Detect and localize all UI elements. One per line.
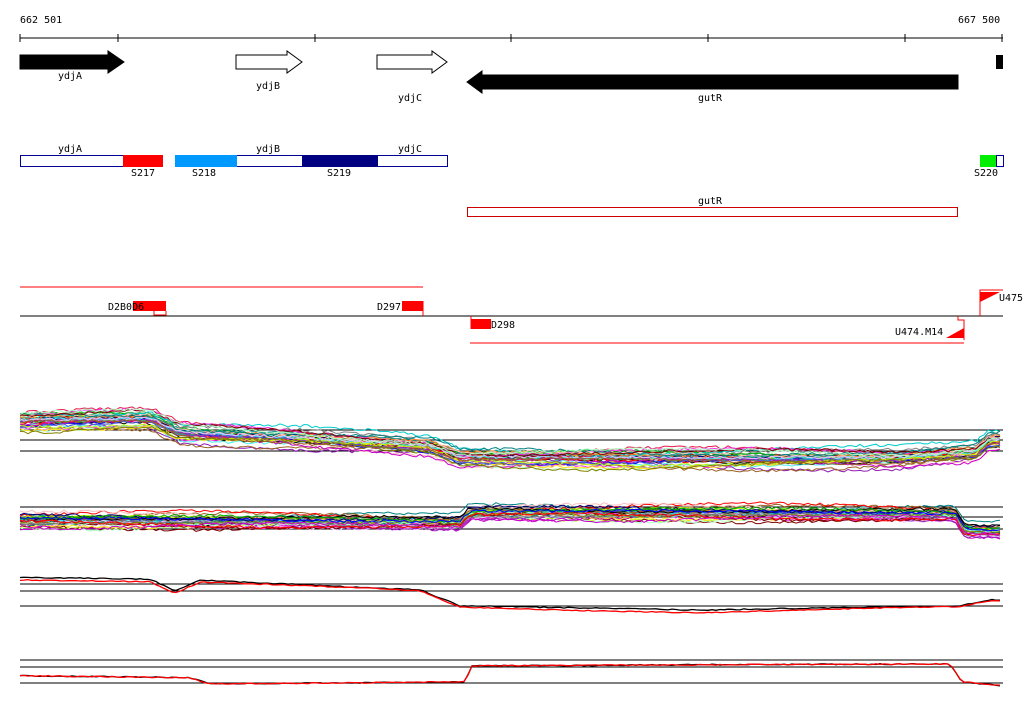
segment-S218[interactable] — [175, 155, 237, 167]
transcript-label-ydjB: ydjB — [256, 144, 280, 155]
gene-label-ydjB: ydjB — [256, 81, 280, 92]
feature-U474-M14[interactable]: U474.M14 — [895, 316, 965, 340]
transcript-label-ydjA: ydjA — [58, 144, 82, 155]
feature-U475[interactable]: U475 — [979, 289, 1023, 316]
summary-forward-trace-0 — [19, 576, 1000, 611]
transcript-box-ydjA[interactable] — [20, 155, 124, 167]
feature-D297[interactable]: D297 — [377, 301, 424, 316]
gene-track: ydjA ydjB ydjC gutR — [19, 50, 1003, 104]
gene-label-ydjA: ydjA — [58, 71, 82, 82]
genome-browser: 662 501 667 500 ydjA ydjB ydjC gutR ydjA… — [0, 0, 1024, 714]
gene-ydjA[interactable]: ydjA — [19, 50, 125, 82]
segment-S219[interactable] — [302, 155, 378, 167]
segment-track: ydjA ydjB ydjC S217 S218 S219 S220 gutR — [20, 144, 1004, 217]
gene-label-ydjC: ydjC — [398, 93, 422, 104]
segment-label-S220: S220 — [974, 168, 998, 179]
segment-label-S218: S218 — [192, 168, 216, 179]
segment-S220[interactable] — [980, 155, 996, 167]
feature-label-U474-M14: U474.M14 — [895, 327, 943, 338]
segment-S217[interactable] — [123, 155, 163, 167]
segment-label-S219: S219 — [327, 168, 351, 179]
transcript-label-ydjC: ydjC — [398, 144, 422, 155]
feature-label-D298: D298 — [491, 320, 515, 331]
transcript-box-gutR[interactable] — [467, 207, 958, 217]
feature-track: D2B0D6 D297 U475 D298 U474.M14 — [20, 286, 1023, 344]
expression-track-forward — [19, 406, 1003, 473]
gene-gutR[interactable]: gutR — [466, 70, 959, 104]
gene-ydjB[interactable]: ydjB — [235, 50, 303, 92]
transcript-box-right[interactable] — [996, 155, 1004, 167]
browser-canvas: 662 501 667 500 ydjA ydjB ydjC gutR ydjA… — [19, 15, 1023, 687]
summary-track-forward — [19, 576, 1003, 614]
transcript-label-gutR: gutR — [698, 196, 723, 207]
axis-start-label: 662 501 — [20, 15, 62, 26]
feature-label-U475: U475 — [999, 293, 1023, 304]
summary-track-reverse — [19, 659, 1003, 687]
feature-D2B0D6[interactable]: D2B0D6 — [108, 301, 167, 316]
gene-partial-right[interactable] — [996, 55, 1003, 69]
feature-D298[interactable]: D298 — [470, 316, 515, 331]
coordinate-axis: 662 501 667 500 — [19, 15, 1003, 42]
expression-track-reverse — [19, 501, 1003, 540]
segment-label-S217: S217 — [131, 168, 155, 179]
gene-label-gutR: gutR — [698, 93, 723, 104]
summary-forward-trace-1 — [19, 578, 1001, 614]
feature-label-D2B0D6: D2B0D6 — [108, 302, 144, 313]
gene-ydjC[interactable]: ydjC — [376, 50, 448, 104]
feature-label-D297: D297 — [377, 302, 401, 313]
axis-end-label: 667 500 — [958, 15, 1000, 26]
